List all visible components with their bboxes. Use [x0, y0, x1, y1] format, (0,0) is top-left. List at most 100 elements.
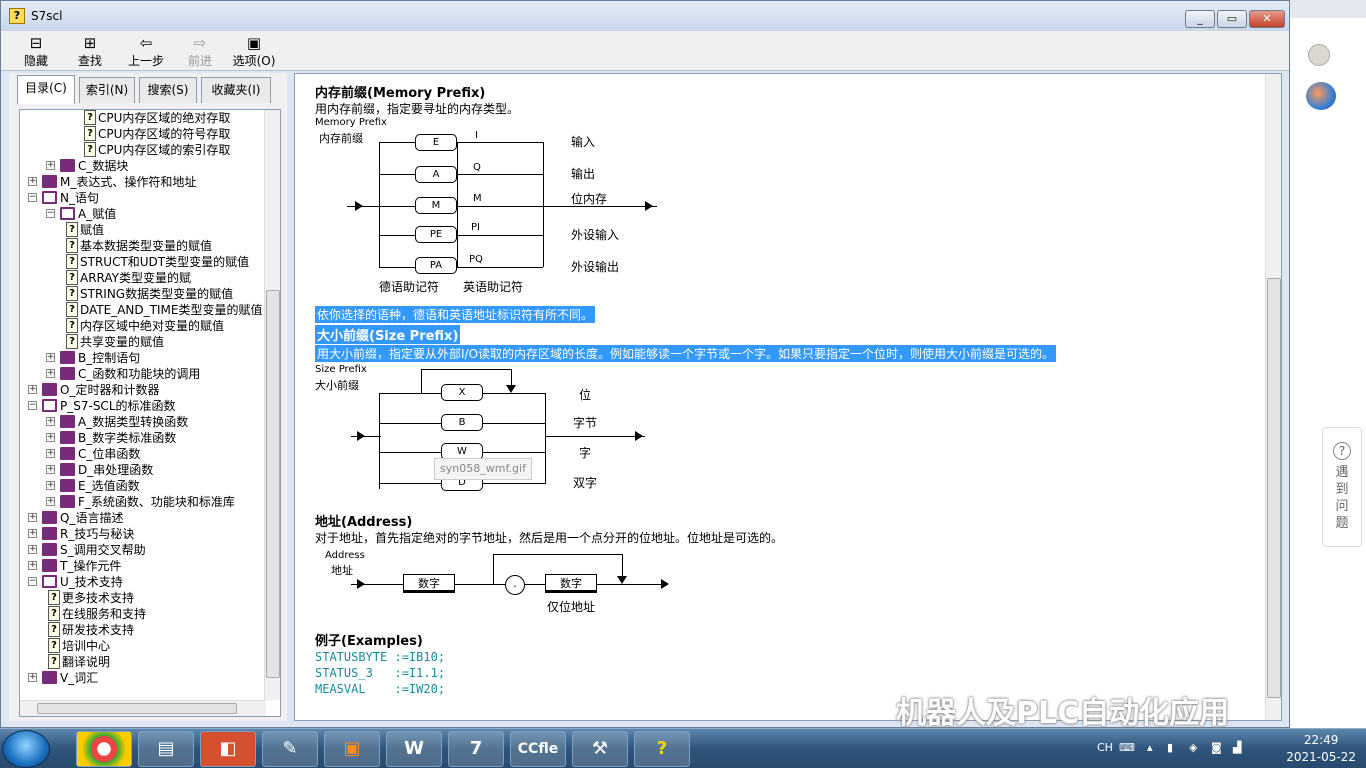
feedback-panel[interactable]: ? 遇到问题: [1322, 427, 1362, 547]
recorder-taskbar-icon[interactable]: ▣: [324, 731, 380, 767]
back-button[interactable]: ⇦ 上一步: [121, 34, 171, 70]
tree-item[interactable]: + F_系统函数、功能块和标准库: [20, 494, 266, 510]
user-avatar[interactable]: [1308, 44, 1330, 66]
expand-icon[interactable]: +: [28, 545, 37, 554]
expand-icon[interactable]: +: [46, 481, 55, 490]
book-icon: [60, 463, 75, 476]
tree-item-label: B_控制语句: [78, 351, 141, 365]
maximize-button[interactable]: ▭: [1217, 10, 1247, 28]
tab-contents[interactable]: 目录(C): [17, 75, 75, 104]
tree-vertical-scrollbar[interactable]: [264, 110, 280, 700]
expand-icon[interactable]: +: [46, 433, 55, 442]
expand-icon[interactable]: +: [28, 561, 37, 570]
tree-item[interactable]: ? ARRAY类型变量的赋: [20, 270, 266, 286]
language-indicator[interactable]: CH: [1097, 741, 1113, 754]
app-avatar[interactable]: [1306, 82, 1336, 110]
tree-item[interactable]: ? CPU内存区域的索引存取: [20, 142, 266, 158]
tree-item[interactable]: + S_调用交叉帮助: [20, 542, 266, 558]
tree-item[interactable]: + M_表达式、操作符和地址: [20, 174, 266, 190]
word-taskbar-icon[interactable]: W: [386, 731, 442, 767]
content-scroll-thumb[interactable]: [1267, 278, 1281, 698]
tree-item[interactable]: ? DATE_AND_TIME类型变量的赋值: [20, 302, 266, 318]
start-button[interactable]: [2, 730, 50, 768]
collapse-icon[interactable]: −: [46, 209, 55, 218]
expand-icon[interactable]: +: [28, 673, 37, 682]
tree-item[interactable]: ? 赋值: [20, 222, 266, 238]
usb-icon[interactable]: ▮: [1167, 741, 1173, 754]
keyboard-icon[interactable]: ⌨: [1119, 741, 1135, 754]
collapse-icon[interactable]: −: [28, 401, 37, 410]
tab-index[interactable]: 索引(N): [79, 77, 135, 103]
tree-item[interactable]: − U_技术支持: [20, 574, 266, 590]
tree-item[interactable]: + R_技巧与秘诀: [20, 526, 266, 542]
tree-item[interactable]: + T_操作元件: [20, 558, 266, 574]
expand-icon[interactable]: +: [46, 417, 55, 426]
book-icon: [42, 175, 57, 188]
s7-taskbar-icon[interactable]: 7: [448, 731, 504, 767]
tree-item[interactable]: ? 在线服务和支持: [20, 606, 266, 622]
tree-horizontal-scrollbar[interactable]: [20, 700, 266, 716]
collapse-icon[interactable]: −: [28, 193, 37, 202]
forward-button[interactable]: ⇨ 前进: [175, 34, 225, 70]
tree-item[interactable]: ? 培训中心: [20, 638, 266, 654]
close-button[interactable]: ✕: [1249, 10, 1285, 28]
tree-scroll-thumb[interactable]: [266, 290, 280, 678]
chrome-taskbar-icon[interactable]: [76, 731, 132, 767]
explorer-taskbar-icon[interactable]: ▤: [138, 731, 194, 767]
tree-item[interactable]: + C_函数和功能块的调用: [20, 366, 266, 382]
tree-item[interactable]: + O_定时器和计数器: [20, 382, 266, 398]
collapse-icon[interactable]: −: [28, 577, 37, 586]
tree-item[interactable]: + E_选值函数: [20, 478, 266, 494]
tree-item[interactable]: + V_词汇: [20, 670, 266, 686]
expand-icon[interactable]: +: [46, 465, 55, 474]
tree-item[interactable]: ? 共享变量的赋值: [20, 334, 266, 350]
title-bar[interactable]: ? S7scl _ ▭ ✕: [1, 1, 1289, 31]
find-button[interactable]: ⊞ 查找: [65, 34, 115, 70]
tree-item[interactable]: + A_数据类型转换函数: [20, 414, 266, 430]
tree-item[interactable]: ? STRUCT和UDT类型变量的赋值: [20, 254, 266, 270]
signal-icon[interactable]: ▟: [1233, 741, 1241, 754]
tree-item[interactable]: ? STRING数据类型变量的赋值: [20, 286, 266, 302]
tree-item[interactable]: ? CPU内存区域的绝对存取: [20, 110, 266, 126]
tree-item[interactable]: − N_语句: [20, 190, 266, 206]
tree-item[interactable]: − A_赋值: [20, 206, 266, 222]
expand-icon[interactable]: +: [46, 497, 55, 506]
tree-item[interactable]: ? CPU内存区域的符号存取: [20, 126, 266, 142]
help-taskbar-icon[interactable]: ?: [634, 731, 690, 767]
cfc-taskbar-icon[interactable]: CCfle: [510, 731, 566, 767]
tree-item[interactable]: ? 内存区域中绝对变量的赋值: [20, 318, 266, 334]
tree-item[interactable]: ? 翻译说明: [20, 654, 266, 670]
tree-item[interactable]: ? 研发技术支持: [20, 622, 266, 638]
expand-icon[interactable]: +: [46, 449, 55, 458]
tree-item[interactable]: + D_串处理函数: [20, 462, 266, 478]
network-icon[interactable]: ◙: [1211, 741, 1222, 754]
tree-item[interactable]: + Q_语言描述: [20, 510, 266, 526]
content-vertical-scrollbar[interactable]: [1265, 74, 1281, 720]
tray-app-icon[interactable]: ◈: [1189, 741, 1197, 754]
tree-item[interactable]: + B_控制语句: [20, 350, 266, 366]
hide-button[interactable]: ⊟ 隐藏: [11, 34, 61, 70]
expand-icon[interactable]: +: [46, 369, 55, 378]
tools-taskbar-icon[interactable]: ⚒: [572, 731, 628, 767]
options-button[interactable]: ▣ 选项(O): [229, 34, 279, 70]
clock[interactable]: 22:49 2021-05-22: [1286, 732, 1356, 766]
expand-icon[interactable]: +: [28, 513, 37, 522]
tree-hscroll-thumb[interactable]: [37, 703, 237, 714]
tree-item[interactable]: ? 基本数据类型变量的赋值: [20, 238, 266, 254]
tree-item[interactable]: − P_S7-SCL的标准函数: [20, 398, 266, 414]
tree-item[interactable]: + C_位串函数: [20, 446, 266, 462]
tab-favorites[interactable]: 收藏夹(I): [201, 77, 271, 103]
expand-icon[interactable]: +: [28, 529, 37, 538]
tray-expand-icon[interactable]: ▴: [1147, 741, 1153, 754]
tree-item[interactable]: + B_数字类标准函数: [20, 430, 266, 446]
expand-icon[interactable]: +: [28, 177, 37, 186]
tree-item[interactable]: ? 更多技术支持: [20, 590, 266, 606]
drawing-taskbar-icon[interactable]: ✎: [262, 731, 318, 767]
expand-icon[interactable]: +: [28, 385, 37, 394]
expand-icon[interactable]: +: [46, 353, 55, 362]
tree-item[interactable]: + C_数据块: [20, 158, 266, 174]
minimize-button[interactable]: _: [1185, 10, 1215, 28]
tab-search[interactable]: 搜索(S): [139, 77, 197, 103]
expand-icon[interactable]: +: [46, 161, 55, 170]
presentation-taskbar-icon[interactable]: ◧: [200, 731, 256, 767]
